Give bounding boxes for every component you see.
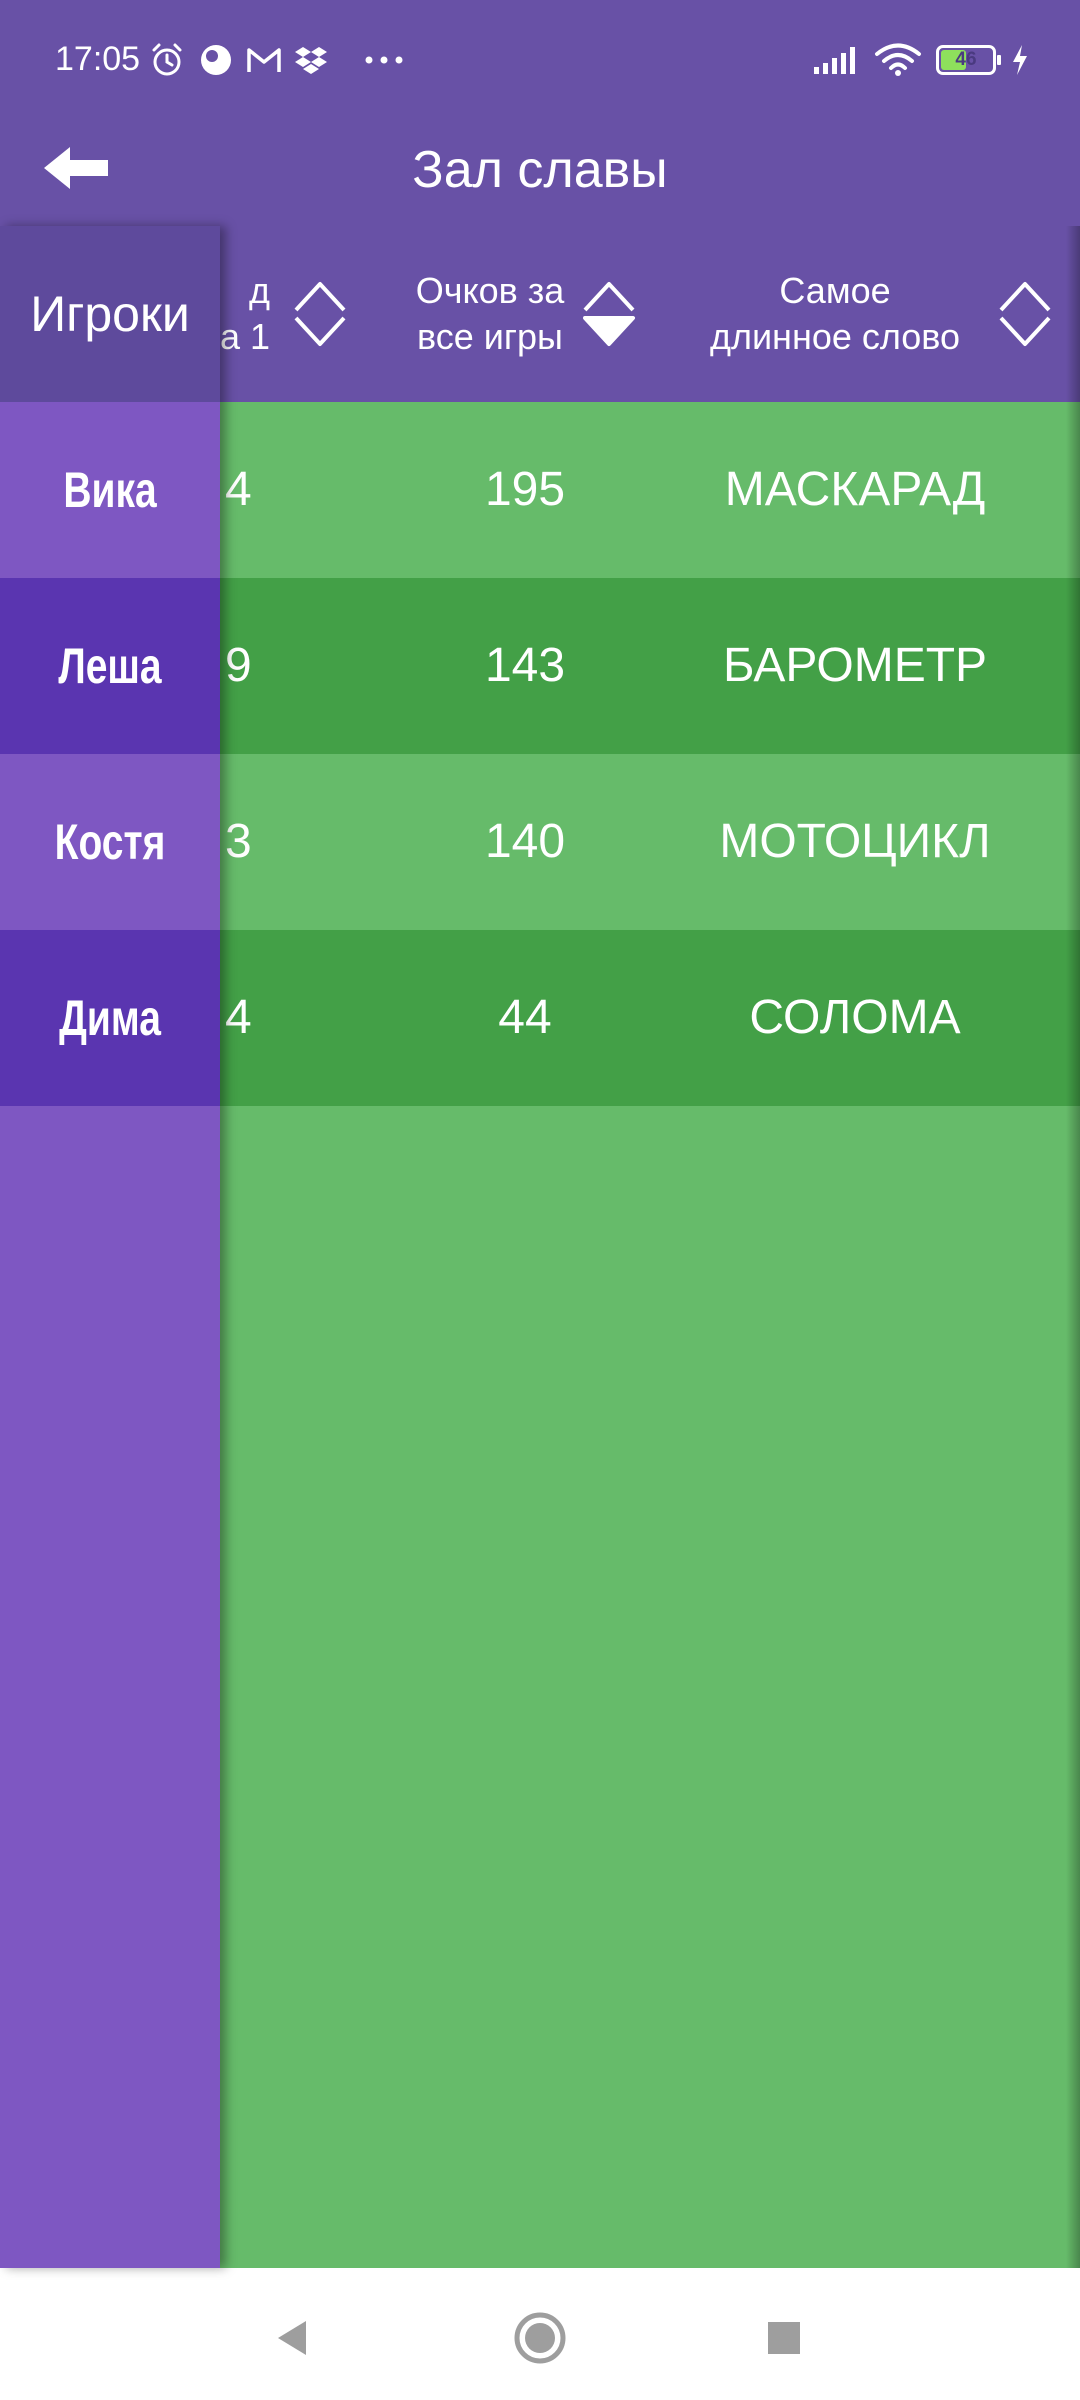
record-cell: 4 <box>225 991 252 1044</box>
battery-level: 46 <box>955 49 977 70</box>
app-root: 17:05 46 Зал славы д а 1 Очков за все иг… <box>0 0 1080 2400</box>
points-cell: 140 <box>484 815 566 868</box>
column-header-label: Очков за все игры <box>405 268 575 360</box>
column-header-label: Самое длинное слово <box>685 268 985 360</box>
recents-square-icon <box>768 2322 800 2354</box>
battery-icon: 46 <box>936 45 1001 75</box>
table-area: д а 1 Очков за все игры Самое длинное сл… <box>0 226 1080 2268</box>
longest-word-cell: СОЛОМА <box>749 991 961 1044</box>
wifi-icon <box>874 43 922 77</box>
system-navigation-bar <box>0 2268 1080 2400</box>
points-cell: 195 <box>484 463 566 516</box>
points-cell: 44 <box>498 991 552 1044</box>
player-row[interactable]: Леша <box>0 578 220 754</box>
sort-toggle-icon[interactable] <box>997 278 1053 350</box>
nav-recents-button[interactable] <box>744 2298 824 2378</box>
signal-icon <box>812 45 860 75</box>
nav-back-button[interactable] <box>252 2298 332 2378</box>
column-header-total-points[interactable]: Очков за все игры <box>405 226 645 402</box>
charging-icon <box>1010 44 1030 76</box>
sort-toggle-icon[interactable] <box>292 278 348 350</box>
column-header-line: длинное слово <box>709 316 961 357</box>
column-header-line: Самое <box>779 270 891 311</box>
player-row[interactable]: Вика <box>0 402 220 578</box>
record-cell: 4 <box>225 463 252 516</box>
record-cell: 9 <box>225 639 252 692</box>
player-name: Костя <box>54 814 166 870</box>
players-column: Игроки Вика Леша Костя Дима <box>0 226 220 2268</box>
column-header-line: Очков за <box>415 270 565 311</box>
back-triangle-icon <box>278 2321 306 2355</box>
player-name: Вика <box>63 462 157 518</box>
column-header-line: все игры <box>417 316 563 357</box>
alarm-icon <box>148 41 186 79</box>
status-icons-right: 46 <box>812 40 1030 80</box>
status-icons-left <box>148 40 404 80</box>
page-title: Зал славы <box>412 141 668 199</box>
column-header-line: д <box>248 270 270 311</box>
toolbar: Зал славы <box>0 120 1080 226</box>
status-bar: 17:05 46 <box>0 0 1080 120</box>
nav-home-button[interactable] <box>500 2298 580 2378</box>
app-icon <box>198 42 234 78</box>
players-column-header[interactable]: Игроки <box>0 226 220 402</box>
column-header-record[interactable]: д а 1 <box>220 226 350 402</box>
gmail-icon <box>246 45 282 75</box>
app-header: 17:05 46 Зал славы <box>0 0 1080 226</box>
points-cell: 143 <box>484 639 566 692</box>
home-circle-icon <box>514 2312 566 2364</box>
table-row: 9 143 БАРОМЕТР <box>220 578 1080 754</box>
column-header-line: а 1 <box>220 316 270 357</box>
column-header-row: д а 1 Очков за все игры Самое длинное сл… <box>220 226 1080 402</box>
table-row: 4 44 СОЛОМА <box>220 930 1080 1106</box>
column-header-longest-word[interactable]: Самое длинное слово <box>685 226 1065 402</box>
column-header-label: д а 1 <box>220 268 270 360</box>
player-row[interactable]: Дима <box>0 930 220 1106</box>
dropbox-icon <box>294 44 328 76</box>
table-scroll-area[interactable]: д а 1 Очков за все игры Самое длинное сл… <box>220 226 1080 2268</box>
longest-word-cell: МАСКАРАД <box>724 463 986 516</box>
sort-descending-icon[interactable] <box>581 278 637 350</box>
longest-word-cell: МОТОЦИКЛ <box>719 815 991 868</box>
player-name: Леша <box>58 638 162 694</box>
player-row[interactable]: Костя <box>0 754 220 930</box>
status-time: 17:05 <box>55 40 141 78</box>
table-row: 4 195 МАСКАРАД <box>220 402 1080 578</box>
table-row: 3 140 МОТОЦИКЛ <box>220 754 1080 930</box>
record-cell: 3 <box>225 815 252 868</box>
longest-word-cell: БАРОМЕТР <box>722 639 988 692</box>
player-name: Дима <box>59 990 161 1046</box>
more-dots-icon <box>364 55 404 65</box>
